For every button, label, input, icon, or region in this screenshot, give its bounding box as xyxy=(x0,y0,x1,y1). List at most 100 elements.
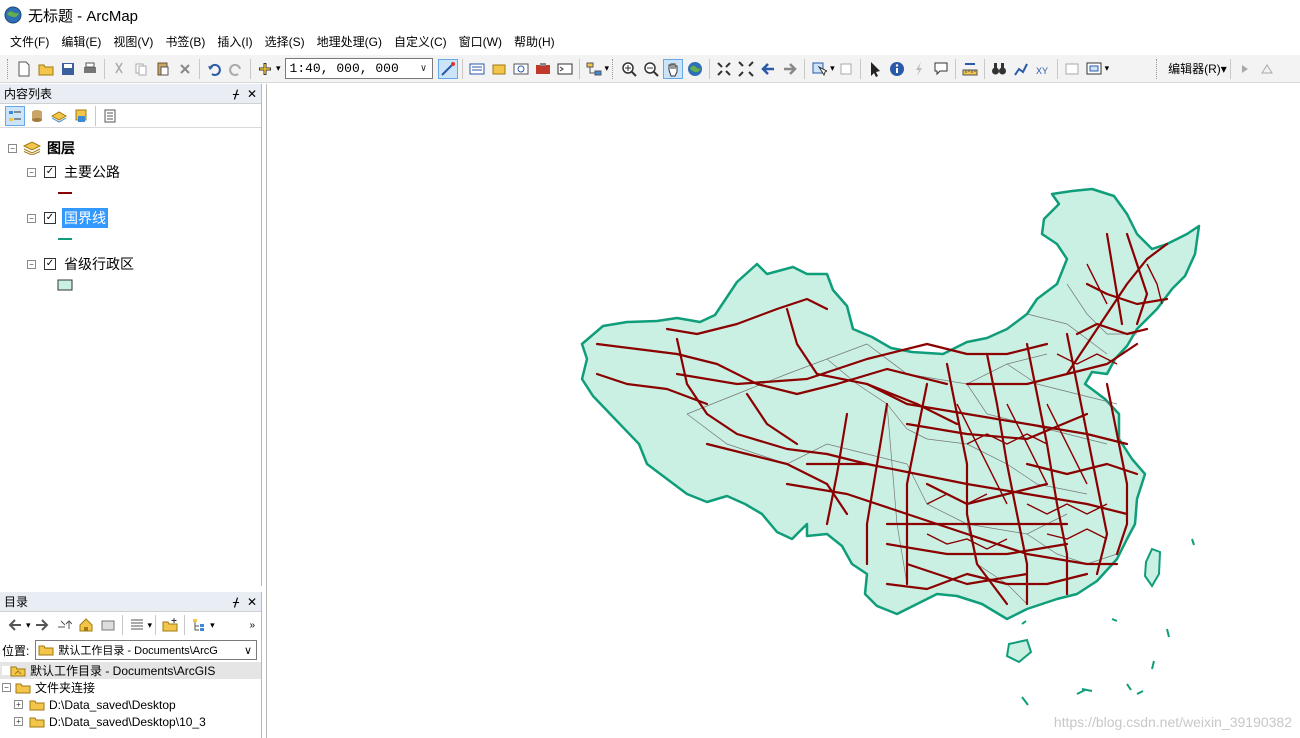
editor-menu-button[interactable]: 编辑器(R)▾ xyxy=(1168,60,1227,77)
add-data-icon[interactable] xyxy=(255,59,275,79)
china-map[interactable] xyxy=(267,84,1300,738)
layer-label-provinces[interactable]: 省级行政区 xyxy=(62,254,136,274)
layer-row-border[interactable]: − ✓ 国界线 xyxy=(27,208,108,228)
layer-visibility-checkbox[interactable]: ✓ xyxy=(44,258,56,270)
editor-toolbar-icon[interactable] xyxy=(437,58,458,79)
fixed-zoom-in-icon[interactable] xyxy=(714,59,734,79)
redo-icon[interactable] xyxy=(226,59,246,79)
list-by-source-icon[interactable] xyxy=(27,106,47,126)
layer-symbol-provinces[interactable] xyxy=(57,278,73,292)
cut-icon[interactable] xyxy=(109,59,129,79)
find-route-icon[interactable] xyxy=(1011,59,1031,79)
catalog-item-folder-connections[interactable]: − 文件夹连接 xyxy=(0,679,261,696)
toolbar-overflow-icon[interactable]: ▾ xyxy=(605,63,610,74)
menu-windows[interactable]: 窗口(W) xyxy=(453,30,508,54)
time-slider-icon[interactable] xyxy=(1062,59,1082,79)
search-window-icon[interactable] xyxy=(511,59,531,79)
pin-icon[interactable]: ᚋ xyxy=(233,87,239,101)
select-features-icon[interactable] xyxy=(809,59,829,79)
catalog-item-desktop[interactable]: + D:\Data_saved\Desktop xyxy=(0,696,261,713)
hyperlink-icon[interactable] xyxy=(909,59,929,79)
table-of-contents-icon[interactable] xyxy=(467,59,487,79)
location-combo[interactable]: 默认工作目录 - Documents\ArcG ∨ xyxy=(35,640,257,660)
full-extent-globe-icon[interactable] xyxy=(685,59,705,79)
list-by-drawing-order-icon[interactable] xyxy=(5,105,25,126)
chevron-down-icon[interactable]: ∨ xyxy=(416,63,432,75)
fixed-zoom-out-icon[interactable] xyxy=(736,59,756,79)
menu-selection[interactable]: 选择(S) xyxy=(259,30,311,54)
undo-icon[interactable] xyxy=(204,59,224,79)
map-scale-combo[interactable]: 1:40, 000, 000 ∨ xyxy=(284,58,433,79)
catalog-item-home[interactable]: 默认工作目录 - Documents\ArcGIS xyxy=(0,662,261,679)
expand-icon[interactable]: + xyxy=(14,717,23,726)
connect-folder-icon[interactable] xyxy=(98,615,118,635)
chevron-down-icon[interactable]: ∨ xyxy=(240,644,256,657)
create-viewer-icon[interactable] xyxy=(1084,59,1104,79)
layer-row-roads[interactable]: − ✓ 主要公路 xyxy=(27,162,122,182)
back-dropdown-icon[interactable]: ▾ xyxy=(26,620,31,631)
back-arrow-icon[interactable] xyxy=(758,59,778,79)
layer-symbol-border[interactable] xyxy=(57,234,73,244)
menu-help[interactable]: 帮助(H) xyxy=(508,30,561,54)
menu-geoprocessing[interactable]: 地理处理(G) xyxy=(311,30,388,54)
close-icon[interactable]: ✕ xyxy=(247,595,257,609)
arctoolbox-icon[interactable] xyxy=(533,59,553,79)
menu-bookmarks[interactable]: 书签(B) xyxy=(159,30,211,54)
toc-options-icon[interactable] xyxy=(100,106,120,126)
back-arrow-icon[interactable] xyxy=(5,615,25,635)
forward-arrow-icon[interactable] xyxy=(32,615,52,635)
edit-tool-arrow-icon[interactable] xyxy=(1235,59,1255,79)
layer-symbol-roads[interactable] xyxy=(57,188,73,198)
pan-hand-icon[interactable] xyxy=(663,58,684,79)
new-folder-icon[interactable] xyxy=(160,615,180,635)
expand-icon[interactable]: + xyxy=(14,700,23,709)
go-to-xy-icon[interactable]: XY xyxy=(1033,59,1053,79)
view-dropdown-icon[interactable]: ▾ xyxy=(148,620,153,631)
layer-label-border[interactable]: 国界线 xyxy=(62,208,108,228)
html-popup-icon[interactable] xyxy=(931,59,951,79)
layers-root-row[interactable]: − 图层 xyxy=(8,138,77,158)
zoom-out-icon[interactable] xyxy=(641,59,661,79)
collapse-icon[interactable]: − xyxy=(8,143,17,153)
tree-dropdown-icon[interactable]: ▾ xyxy=(210,620,215,631)
print-icon[interactable] xyxy=(80,59,100,79)
tree-view-icon[interactable] xyxy=(189,615,209,635)
toolbar-overflow-icon-2[interactable]: ▾ xyxy=(1105,63,1110,74)
modelbuilder-icon[interactable] xyxy=(584,59,604,79)
collapse-icon[interactable]: − xyxy=(2,683,11,692)
menu-customize[interactable]: 自定义(C) xyxy=(388,30,453,54)
catalog-item-desktop-10-3[interactable]: + D:\Data_saved\Desktop\10_3 xyxy=(0,713,261,730)
save-icon[interactable] xyxy=(58,59,78,79)
layer-visibility-checkbox[interactable]: ✓ xyxy=(44,212,56,224)
chevron-overflow-icon[interactable]: » xyxy=(249,620,255,631)
menu-insert[interactable]: 插入(I) xyxy=(211,30,258,54)
layer-visibility-checkbox[interactable]: ✓ xyxy=(44,166,56,178)
new-document-icon[interactable] xyxy=(14,59,34,79)
list-by-selection-icon[interactable] xyxy=(71,106,91,126)
home-icon[interactable] xyxy=(76,615,96,635)
identify-icon[interactable] xyxy=(887,59,907,79)
menu-view[interactable]: 视图(V) xyxy=(107,30,159,54)
edit-vertices-icon[interactable] xyxy=(1257,59,1277,79)
list-by-visibility-icon[interactable] xyxy=(49,106,69,126)
measure-ruler-icon[interactable] xyxy=(960,59,980,79)
clear-selection-icon[interactable] xyxy=(836,59,856,79)
up-one-level-icon[interactable] xyxy=(54,615,74,635)
forward-arrow-icon[interactable] xyxy=(780,59,800,79)
add-data-dropdown-icon[interactable]: ▾ xyxy=(276,63,281,74)
python-window-icon[interactable] xyxy=(555,59,575,79)
select-elements-arrow-icon[interactable] xyxy=(865,59,885,79)
view-options-icon[interactable] xyxy=(127,615,147,635)
menu-edit[interactable]: 编辑(E) xyxy=(55,30,107,54)
open-folder-icon[interactable] xyxy=(36,59,56,79)
paste-icon[interactable] xyxy=(153,59,173,79)
menu-file[interactable]: 文件(F) xyxy=(4,30,55,54)
close-icon[interactable]: ✕ xyxy=(247,87,257,101)
toolbar-grip[interactable] xyxy=(7,58,10,79)
layer-row-provinces[interactable]: − ✓ 省级行政区 xyxy=(27,254,136,274)
map-display[interactable]: https://blog.csdn.net/weixin_39190382 xyxy=(266,84,1300,738)
layer-label-roads[interactable]: 主要公路 xyxy=(62,162,122,182)
pin-icon[interactable]: ᚋ xyxy=(233,595,239,609)
collapse-icon[interactable]: − xyxy=(27,167,36,177)
delete-icon[interactable] xyxy=(175,59,195,79)
